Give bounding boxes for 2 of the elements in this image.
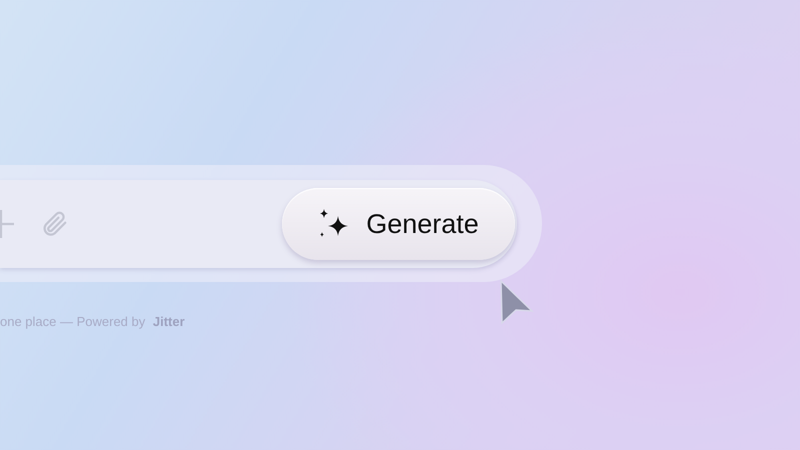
- generate-button[interactable]: Generate: [282, 188, 515, 260]
- cursor-icon: [499, 279, 535, 325]
